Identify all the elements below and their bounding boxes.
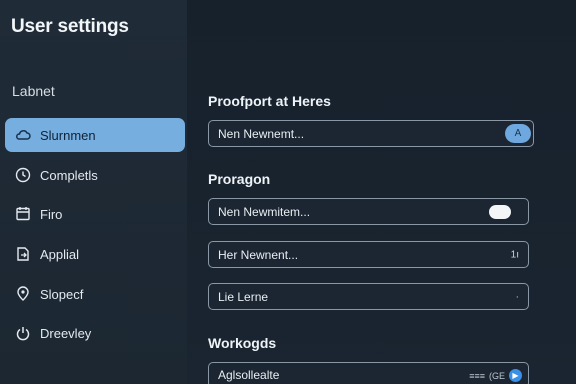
sidebar-item-label: Dreevley [40,325,92,341]
sidebar-item-label: Applial [40,246,80,262]
field-value: Her Newnent... [218,247,299,262]
section-heading-proragon: Proragon [208,171,271,187]
field-trailing-text: · [515,291,519,302]
field-trailing-text: 1ı [510,249,519,260]
power-icon [14,324,32,342]
toggle-switch[interactable] [489,205,511,219]
field-value: Nen Newmitem... [218,204,311,219]
sidebar-item-dreevley[interactable]: Dreevley [5,316,185,350]
proragon-field-2[interactable]: Her Newnent... 1ı [208,241,529,268]
play-glyph: ▶ [512,371,519,380]
sidebar-item-firo[interactable]: Firo [5,197,185,231]
location-pin-icon [14,285,32,303]
calendar-icon [14,205,32,223]
document-export-icon [14,245,32,263]
sidebar-section-label: Labnet [12,83,55,99]
field-value: Nen Newnemt... [218,126,305,141]
menu-lines-icon: ≡≡≡ [469,370,485,381]
sidebar: User settings Labnet Slurnmen Completls … [0,0,187,384]
cloud-icon [14,126,32,144]
sidebar-item-slopecf[interactable]: Slopecf [5,277,185,311]
field-value: Aglsollealte [218,368,280,382]
sidebar-item-label: Slurnmen [40,127,96,143]
sidebar-item-label: Slopecf [40,286,84,302]
field-value: Lie Lerne [218,289,269,304]
proragon-field-1[interactable]: Nen Newmitem... [208,198,529,225]
clock-icon [14,166,32,184]
sidebar-item-applial[interactable]: Applial [5,237,185,271]
toggle-switch[interactable]: A [505,124,531,143]
sidebar-item-completls[interactable]: Completls [5,158,185,192]
settings-content [187,0,576,384]
section-heading-proofport: Proofport at Heres [208,93,331,109]
section-heading-workogds: Workogds [208,335,277,351]
toggle-glyph: A [514,128,522,139]
sidebar-item-label: Firo [40,206,63,222]
proofport-field[interactable]: Nen Newnemt... A [208,120,534,147]
proragon-field-3[interactable]: Lie Lerne · [208,283,529,310]
field-trailing-controls: ≡≡≡ (GE ▶ [469,369,522,382]
sidebar-item-label: Completls [40,167,98,183]
app-title: User settings [11,16,129,37]
workogds-field[interactable]: Aglsollealte ≡≡≡ (GE ▶ [208,362,529,384]
field-code-text: (GE [488,370,505,381]
play-icon[interactable]: ▶ [509,369,522,382]
sidebar-item-slurnmen[interactable]: Slurnmen [5,118,185,152]
settings-window: User settings Labnet Slurnmen Completls … [0,0,576,384]
